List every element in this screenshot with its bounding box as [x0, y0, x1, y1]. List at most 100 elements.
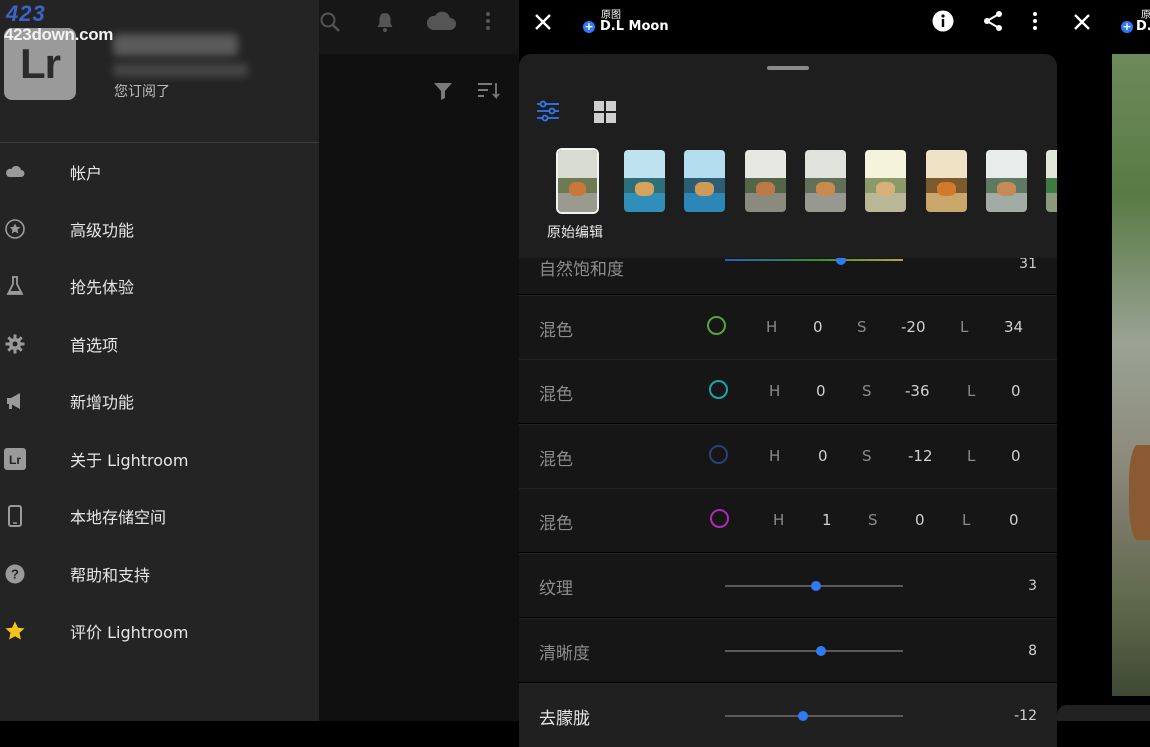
preset-thumbnail[interactable] — [926, 150, 967, 212]
h-value: 0 — [813, 318, 823, 336]
drawer-item-rate[interactable]: 评价 Lightroom — [0, 602, 319, 659]
color-swatch-icon[interactable] — [709, 380, 728, 399]
color-mix-row[interactable]: 混色 H 0 S -20 L 34 — [519, 295, 1057, 359]
phone-icon — [8, 504, 22, 527]
l-value: 34 — [1004, 318, 1024, 336]
drawer-item-label: 首选项 — [70, 335, 119, 355]
search-icon[interactable] — [318, 10, 342, 34]
drawer-item-label: 本地存储空间 — [70, 507, 167, 527]
drawer-item-label: 新增功能 — [70, 392, 135, 412]
slider-row-texture: 纹理 3 — [519, 553, 1057, 617]
preset-thumbnail[interactable] — [745, 150, 786, 212]
lr-icon: Lr — [4, 447, 26, 470]
grid-icon[interactable] — [593, 100, 617, 124]
color-mix-row[interactable]: 混色 H 1 S 0 L 0 — [519, 488, 1057, 552]
s-value: -20 — [901, 318, 926, 336]
preset-thumbnail[interactable] — [986, 150, 1027, 212]
row-label: 去朦胧 — [539, 709, 590, 729]
row-value: 8 — [1028, 643, 1037, 659]
sort-icon[interactable] — [477, 80, 501, 102]
slider-knob[interactable] — [816, 646, 827, 656]
drawer-item-about[interactable]: Lr 关于 Lightroom — [0, 430, 319, 487]
help-icon: ? — [5, 564, 25, 583]
h-value: 0 — [816, 382, 826, 400]
s-value: 0 — [915, 511, 925, 529]
drawer-item-label: 高级功能 — [70, 220, 135, 240]
watermark-text: 423down.com — [4, 25, 114, 44]
color-mix-row[interactable]: 混色 H 0 S -36 L 0 — [519, 359, 1057, 423]
add-icon: + — [583, 19, 595, 33]
row-label: 混色 — [539, 514, 573, 534]
drawer-item-help[interactable]: ? 帮助和支持 — [0, 545, 319, 602]
filter-icon[interactable] — [432, 80, 454, 102]
slider-row-dehaze: 去朦胧 -12 — [519, 683, 1057, 747]
drawer-item-preferences[interactable]: 首选项 — [0, 315, 319, 372]
preset-thumbnail[interactable] — [865, 150, 906, 212]
s-label: S — [857, 318, 867, 336]
drawer-item-early-access[interactable]: 抢先体验 — [0, 257, 319, 314]
star-icon — [5, 621, 25, 639]
l-label: L — [967, 382, 976, 400]
drawer-item-local-storage[interactable]: 本地存储空间 — [0, 487, 319, 544]
preset-thumbnail[interactable] — [1046, 150, 1057, 212]
cloud-icon[interactable] — [424, 8, 458, 34]
adjust-sliders-icon[interactable] — [536, 100, 560, 122]
l-label: L — [967, 447, 976, 465]
subscription-text: 您订阅了 — [114, 84, 170, 100]
h-value: 0 — [818, 447, 828, 465]
preset-thumbnail[interactable] — [684, 150, 725, 212]
s-value: -12 — [908, 447, 933, 465]
preset-original-label: 原始编辑 — [547, 225, 603, 241]
photo-preview-panel: 原 + D. — [1057, 0, 1150, 721]
color-swatch-icon[interactable] — [709, 445, 728, 464]
drawer-item-premium[interactable]: 高级功能 — [0, 200, 319, 257]
slider-knob[interactable] — [798, 711, 809, 721]
svg-text:?: ? — [11, 566, 19, 581]
watermark-logo: 423 — [6, 1, 46, 26]
svg-text:Lr: Lr — [9, 453, 21, 467]
bell-icon[interactable] — [373, 10, 397, 34]
color-swatch-icon[interactable] — [710, 509, 729, 528]
share-icon[interactable] — [981, 9, 1005, 33]
vibrance-track[interactable] — [725, 259, 903, 261]
drawer-item-whats-new[interactable]: 新增功能 — [0, 372, 319, 429]
h-label: H — [766, 318, 778, 336]
close-icon[interactable] — [1071, 11, 1093, 33]
color-swatch-icon[interactable] — [707, 316, 726, 335]
more-icon[interactable] — [480, 10, 496, 34]
row-label: 混色 — [539, 385, 573, 405]
drawer-item-label: 关于 Lightroom — [70, 450, 189, 470]
preset-thumbnail[interactable] — [805, 150, 846, 212]
slider-knob[interactable] — [810, 581, 821, 591]
drawer-header: Lr 您订阅了 — [0, 0, 319, 143]
preset-title[interactable]: + D.L Moon — [583, 19, 669, 34]
slider-track[interactable] — [725, 715, 903, 717]
row-label: 混色 — [539, 450, 573, 470]
s-label: S — [862, 382, 872, 400]
navigation-drawer: Lr 您订阅了 423 423down.com 帐户 高级功能 抢先体验 首选项… — [0, 0, 319, 721]
sheet-drag-handle[interactable] — [767, 66, 809, 70]
l-value: 0 — [1011, 382, 1021, 400]
l-label: L — [960, 318, 969, 336]
slider-track[interactable] — [725, 650, 903, 652]
close-icon[interactable] — [532, 11, 554, 33]
more-icon[interactable] — [1027, 10, 1043, 34]
flask-icon — [6, 275, 24, 295]
l-value: 0 — [1009, 511, 1019, 529]
color-mix-row[interactable]: 混色 H 0 S -12 L 0 — [519, 424, 1057, 488]
slider-row-clarity: 清晰度 8 — [519, 618, 1057, 682]
preset-title-text: D. — [1136, 19, 1150, 34]
h-label: H — [769, 382, 781, 400]
drawer-item-label: 帐户 — [70, 163, 103, 183]
user-email-blurred — [113, 63, 248, 77]
s-value: -36 — [905, 382, 930, 400]
preset-title[interactable]: + D. — [1121, 19, 1150, 34]
info-icon[interactable] — [931, 9, 955, 33]
drawer-item-account[interactable]: 帐户 — [0, 143, 319, 200]
preset-thumbnail-original[interactable] — [556, 148, 599, 214]
row-label: 混色 — [539, 321, 573, 341]
editor-topbar: 原图 + D.L Moon — [519, 0, 1057, 54]
preset-thumbnail[interactable] — [624, 150, 665, 212]
drawer-item-label: 评价 Lightroom — [70, 622, 189, 642]
bottom-toolbar[interactable] — [1057, 705, 1150, 721]
